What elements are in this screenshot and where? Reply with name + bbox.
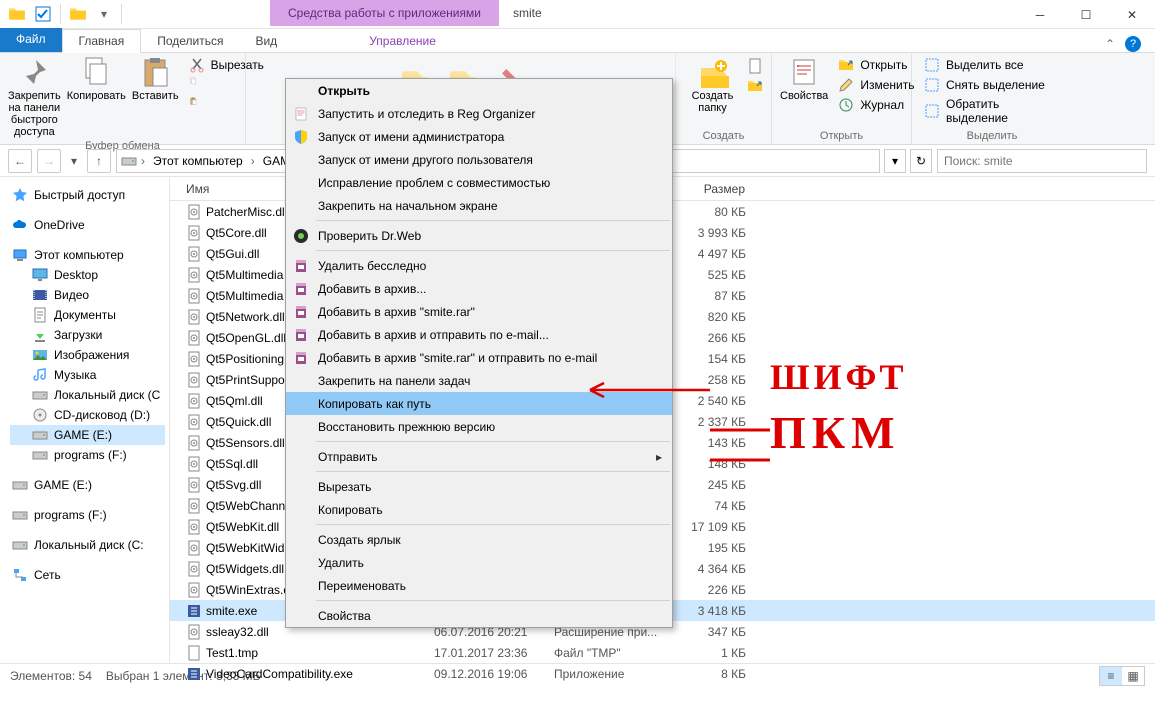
tree-item[interactable]: OneDrive: [10, 215, 165, 235]
file-row[interactable]: VideoCardCompatibility.exe09.12.2016 19:…: [170, 663, 1155, 684]
context-menu-item[interactable]: Удалить бесследно: [286, 254, 672, 277]
select-none-button[interactable]: Снять выделение: [920, 76, 1064, 94]
help-icon[interactable]: ?: [1125, 36, 1141, 52]
tab-home[interactable]: Главная: [62, 29, 142, 53]
context-menu-item[interactable]: Копировать как путь: [286, 392, 672, 415]
context-menu-item[interactable]: Закрепить на начальном экране: [286, 194, 672, 217]
context-menu-item[interactable]: Исправление проблем с совместимостью: [286, 171, 672, 194]
nav-tree: Быстрый доступ OneDrive Этот компьютерDesk…: [0, 177, 170, 663]
tree-item[interactable]: Локальный диск (C:: [10, 535, 165, 555]
titlebar: ▾ Средства работы с приложениями smite ─…: [0, 0, 1155, 29]
minimize-button[interactable]: ─: [1017, 0, 1063, 29]
tree-item[interactable]: programs (F:): [10, 445, 165, 465]
context-menu-item[interactable]: Свойства: [286, 604, 672, 627]
context-menu-item[interactable]: Отправить▸: [286, 445, 672, 468]
tree-item[interactable]: programs (F:): [10, 505, 165, 525]
open-button[interactable]: Открыть: [834, 56, 918, 74]
folder-icon: [6, 3, 28, 25]
tab-file[interactable]: Файл: [0, 28, 62, 52]
context-menu-item[interactable]: Создать ярлык: [286, 528, 672, 551]
forward-button[interactable]: →: [37, 149, 61, 173]
folder-icon: [67, 3, 89, 25]
properties-button[interactable]: Свойства: [780, 56, 828, 102]
context-menu-item[interactable]: Запустить и отследить в Reg Organizer: [286, 102, 672, 125]
paste-button[interactable]: Вставить: [132, 56, 179, 102]
group-label: Выделить: [920, 128, 1064, 142]
context-menu: ОткрытьЗапустить и отследить в Reg Organ…: [285, 78, 673, 628]
context-menu-item[interactable]: Удалить: [286, 551, 672, 574]
context-menu-item[interactable]: Запуск от имени другого пользователя: [286, 148, 672, 171]
group-label: Открыть: [780, 128, 903, 142]
tree-item[interactable]: Локальный диск (C: [10, 385, 165, 405]
contextual-tab-header: Средства работы с приложениями: [270, 0, 499, 26]
item-count: Элементов: 54: [10, 669, 92, 683]
close-button[interactable]: ✕: [1109, 0, 1155, 29]
easy-access-icon[interactable]: [747, 78, 763, 94]
context-menu-item[interactable]: Переименовать: [286, 574, 672, 597]
tree-item[interactable]: Загрузки: [10, 325, 165, 345]
file-row[interactable]: Test1.tmp17.01.2017 23:36Файл "TMP"1 КБ: [170, 642, 1155, 663]
context-menu-item[interactable]: Закрепить на панели задач: [286, 369, 672, 392]
tree-item[interactable]: GAME (E:): [10, 425, 165, 445]
pin-quickaccess-button[interactable]: Закрепить на панели быстрого доступа: [8, 56, 61, 138]
context-menu-item[interactable]: Добавить в архив и отправить по e-mail..…: [286, 323, 672, 346]
edit-button[interactable]: Изменить: [834, 76, 918, 94]
collapse-ribbon-icon[interactable]: ⌃: [1105, 37, 1115, 51]
history-dropdown[interactable]: ▾: [66, 149, 82, 173]
context-menu-item[interactable]: Добавить в архив...: [286, 277, 672, 300]
context-menu-item[interactable]: Проверить Dr.Web: [286, 224, 672, 247]
tree-item[interactable]: Сеть: [10, 565, 165, 585]
ribbon-tabs: Файл Главная Поделиться Вид Управление ⌃…: [0, 29, 1155, 53]
history-button[interactable]: Журнал: [834, 96, 918, 114]
maximize-button[interactable]: ☐: [1063, 0, 1109, 29]
new-item-icon[interactable]: [747, 58, 763, 74]
tree-item[interactable]: CD-дисковод (D:): [10, 405, 165, 425]
tab-view[interactable]: Вид: [239, 30, 293, 52]
context-menu-item[interactable]: Запуск от имени администратора: [286, 125, 672, 148]
group-label: Создать: [684, 128, 763, 142]
tree-item[interactable]: Изображения: [10, 345, 165, 365]
quick-access-toolbar: ▾: [0, 0, 130, 28]
window-title: smite: [499, 0, 556, 26]
context-menu-item[interactable]: Открыть: [286, 79, 672, 102]
tree-item[interactable]: Этот компьютер: [10, 245, 165, 265]
tab-share[interactable]: Поделиться: [141, 30, 239, 52]
tree-item[interactable]: Видео: [10, 285, 165, 305]
up-button[interactable]: ↑: [87, 149, 111, 173]
select-all-button[interactable]: Выделить все: [920, 56, 1064, 74]
back-button[interactable]: ←: [8, 149, 32, 173]
tree-item[interactable]: Быстрый доступ: [10, 185, 165, 205]
dropdown-button[interactable]: ▾: [884, 149, 906, 173]
search-input[interactable]: [937, 149, 1147, 173]
copy-button[interactable]: Копировать: [67, 56, 126, 102]
new-folder-button[interactable]: Создать папку: [684, 56, 741, 114]
col-size: Размер: [674, 182, 754, 196]
invert-select-button[interactable]: Обратить выделение: [920, 96, 1064, 126]
tab-manage[interactable]: Управление: [353, 30, 452, 52]
tree-item[interactable]: Desktop: [10, 265, 165, 285]
context-menu-item[interactable]: Восстановить прежнюю версию: [286, 415, 672, 438]
refresh-button[interactable]: ↻: [910, 149, 932, 173]
context-menu-item[interactable]: Вырезать: [286, 475, 672, 498]
context-menu-item[interactable]: Добавить в архив "smite.rar": [286, 300, 672, 323]
tree-item[interactable]: Музыка: [10, 365, 165, 385]
tree-item[interactable]: Документы: [10, 305, 165, 325]
tree-item[interactable]: GAME (E:): [10, 475, 165, 495]
qat-properties[interactable]: [32, 3, 54, 25]
context-menu-item[interactable]: Копировать: [286, 498, 672, 521]
context-menu-item[interactable]: Добавить в архив "smite.rar" и отправить…: [286, 346, 672, 369]
qat-dropdown[interactable]: ▾: [93, 3, 115, 25]
